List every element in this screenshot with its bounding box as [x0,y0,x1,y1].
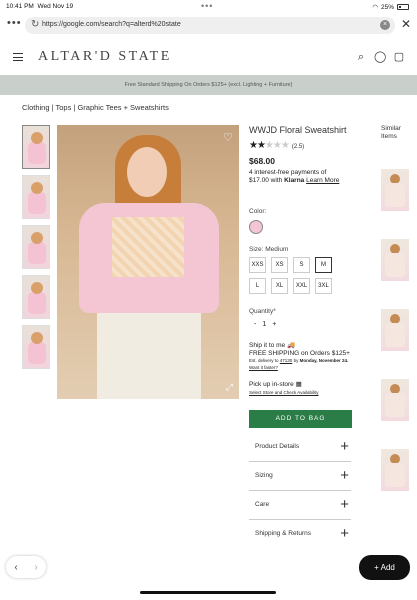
close-icon[interactable]: ✕ [401,17,411,31]
store-icon: ▦ [295,381,302,388]
address-bar[interactable]: ↻ https://google.com/search?q=alterd%20s… [25,17,395,34]
product-main-image[interactable]: ♡ ⤢ [57,125,239,399]
forward-icon[interactable]: › [34,562,37,573]
similar-item-image[interactable] [381,239,409,281]
breadcrumb[interactable]: Clothing | Tops | Graphic Tees + Sweatsh… [22,103,169,112]
heart-icon[interactable]: ♡ [223,131,233,144]
pickup-section: Pick up in-store ▦ Select Store and Chec… [249,381,364,397]
rating-stars[interactable]: ★★★★★ (2.5) [249,140,364,151]
accordion-sizing[interactable]: Sizing + [249,462,351,491]
plus-icon: + [340,438,349,455]
ship-title: Ship it to me [249,342,286,349]
pickup-title: Pick up in-store [249,381,294,388]
clear-icon[interactable]: × [380,20,390,30]
quantity-stepper[interactable]: - 1 + [254,321,364,328]
similar-items: Similar Items [381,125,415,491]
similar-item-image[interactable] [381,379,409,421]
bag-icon[interactable]: ▢ [393,51,405,63]
size-option[interactable]: XXS [249,257,266,273]
status-bar: 10:41 PM Wed Nov 19 ••• ◠ 25% [0,0,417,14]
color-swatch-pink[interactable] [249,220,263,234]
want-faster-link[interactable]: Want it faster? [249,365,278,370]
similar-item-image[interactable] [381,309,409,351]
search-icon[interactable]: ⌕ [355,51,367,63]
battery-icon [397,4,409,10]
site-header: ALTAR'D STATE ⌕ ◯ ▢ [0,40,417,74]
menu-icon[interactable] [13,53,23,61]
thumbnail-image[interactable] [22,175,50,219]
url-text[interactable]: https://google.com/search?q=alterd%20sta… [42,21,181,28]
ship-to-me-section: Ship it to me 🚚 FREE SHIPPING on Orders … [249,342,364,372]
status-time: 10:41 PM Wed Nov 19 [6,3,74,10]
size-option-selected[interactable]: M [315,257,332,273]
similar-item-image[interactable] [381,449,409,491]
thumbnail-image[interactable] [22,325,50,369]
thumbnail-list [22,125,50,375]
home-indicator[interactable] [140,591,276,594]
select-store-link[interactable]: Select Store and Check Availability [249,390,318,395]
thumbnail-image[interactable] [22,275,50,319]
size-options: XXS XS S M L XL XXL 3XL [249,257,339,294]
size-label: Size: Medium [249,246,289,253]
similar-items-title: Similar Items [381,125,401,140]
rating-text: (2.5) [291,144,305,150]
browser-toolbar: ••• ↻ https://google.com/search?q=alterd… [0,14,417,36]
add-to-bag-button[interactable]: ADD TO BAG [249,410,352,428]
klarna-logo: Klarna [284,177,305,184]
plus-icon: + [340,496,349,513]
zip-link[interactable]: 47130 [280,358,293,363]
truck-icon: 🚚 [286,342,296,349]
quantity-label: Quantity* [249,308,276,315]
accordion-shipping-returns[interactable]: Shipping & Returns + [249,520,351,549]
product-title: WWJD Floral Sweatshirt [249,125,347,135]
size-option[interactable]: L [249,278,266,294]
more-icon[interactable]: ••• [7,17,22,29]
multitask-dots[interactable]: ••• [201,1,213,11]
promo-banner[interactable]: Free Standard Shipping On Orders $125+ (… [0,75,417,95]
status-right: ◠ 25% [372,3,409,11]
plus-icon: + [340,525,349,542]
quantity-value: 1 [262,321,267,328]
klarna-learn-more-link[interactable]: Learn More [306,177,339,184]
back-icon[interactable]: ‹ [14,562,17,573]
reload-icon[interactable]: ↻ [31,19,39,30]
wifi-icon: ◠ [372,4,378,11]
color-label: Color: [249,208,267,215]
quantity-decrease-button[interactable]: - [254,321,256,328]
quantity-increase-button[interactable]: + [272,321,276,328]
header-icons: ⌕ ◯ ▢ [355,51,405,63]
free-shipping-text: FREE SHIPPING on Orders $125+ [249,350,350,357]
size-option[interactable]: XL [271,278,288,294]
size-option[interactable]: XXL [293,278,310,294]
product-info: WWJD Floral Sweatshirt ★★★★★ (2.5) $68.00… [249,125,364,549]
browser-nav-pill: ‹ › [6,556,46,578]
delivery-estimate: Est. delivery to 47130 by Monday, Novemb… [249,358,349,363]
site-logo[interactable]: ALTAR'D STATE [38,49,172,65]
expand-icon[interactable]: ⤢ [226,382,233,393]
accordion-product-details[interactable]: Product Details + [249,433,351,462]
similar-item-image[interactable] [381,169,409,211]
size-option[interactable]: S [293,257,310,273]
thumbnail-image[interactable] [22,225,50,269]
product-price: $68.00 [249,156,275,166]
klarna-info: 4 interest-free payments of $17.00 with … [249,169,340,184]
battery-percent: 25% [380,3,394,11]
add-button[interactable]: + Add [359,555,410,580]
thumbnail-image[interactable] [22,125,50,169]
size-option[interactable]: XS [271,257,288,273]
accordion-care[interactable]: Care + [249,491,351,520]
size-option[interactable]: 3XL [315,278,332,294]
account-icon[interactable]: ◯ [374,51,386,63]
plus-icon: + [340,467,349,484]
